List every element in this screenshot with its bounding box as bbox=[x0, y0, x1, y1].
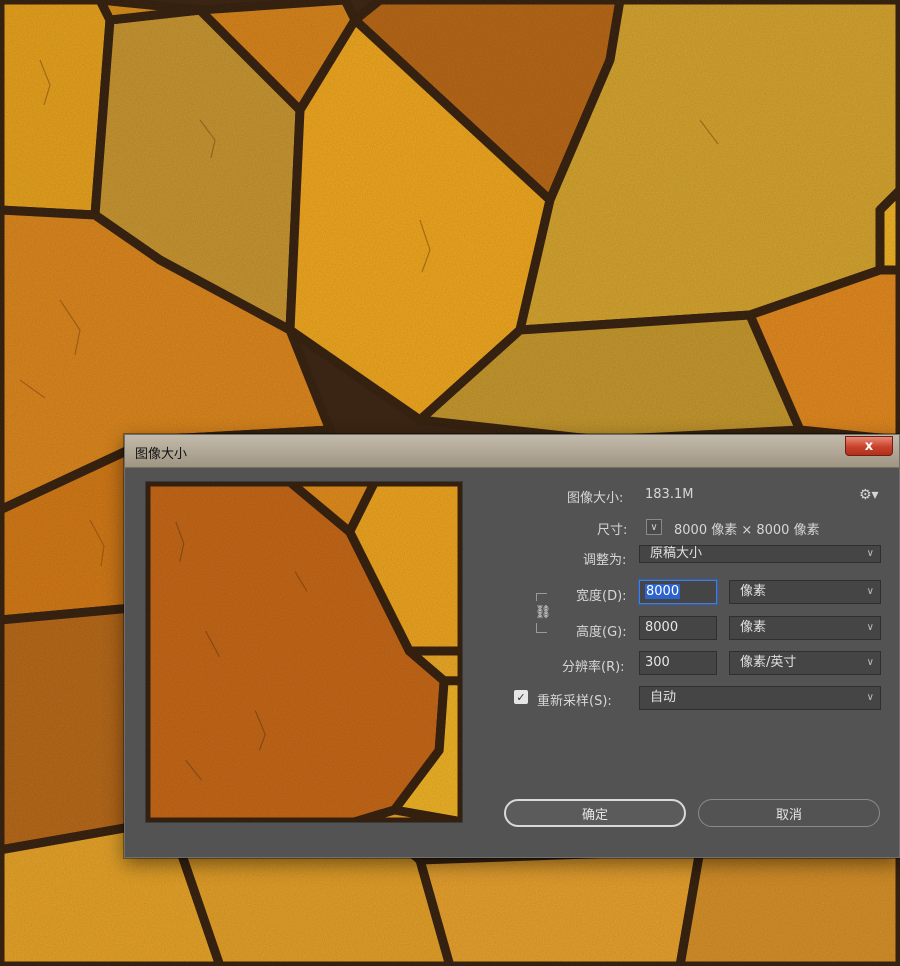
height-label: 高度(G): bbox=[576, 625, 627, 640]
resample-label: 重新采样(S): bbox=[537, 694, 612, 709]
link-icon[interactable]: ⛓ bbox=[535, 601, 551, 623]
width-input[interactable]: 8000 bbox=[639, 580, 717, 604]
checkmark-icon: ✓ bbox=[516, 690, 526, 704]
gear-icon[interactable]: ⚙▾ bbox=[859, 487, 879, 503]
resolution-unit-value: 像素/英寸 bbox=[740, 655, 797, 670]
width-label: 宽度(D): bbox=[576, 589, 627, 604]
resolution-value: 300 bbox=[645, 655, 670, 670]
height-unit-select[interactable]: 像素 ∨ bbox=[729, 616, 881, 640]
dimensions-dropdown-button[interactable]: ∨ bbox=[646, 519, 662, 535]
image-size-label: 图像大小: bbox=[567, 491, 624, 506]
canvas-background: 图像大小 x 图像大小: 183.1M ⚙▾ 尺寸: ∨ 8000 像素 × 8… bbox=[0, 0, 900, 966]
fit-to-value: 原稿大小 bbox=[650, 546, 703, 561]
resolution-unit-select[interactable]: 像素/英寸 ∨ bbox=[729, 651, 881, 675]
dimensions-value: 8000 像素 × 8000 像素 bbox=[674, 523, 820, 538]
dialog-title: 图像大小 bbox=[135, 447, 188, 462]
chevron-down-icon: ∨ bbox=[866, 657, 874, 668]
width-value: 8000 bbox=[645, 584, 681, 599]
image-preview[interactable] bbox=[145, 481, 463, 823]
ok-button-label: 确定 bbox=[581, 807, 608, 823]
resample-checkbox[interactable]: ✓ bbox=[514, 690, 528, 704]
close-button[interactable]: x bbox=[845, 436, 893, 456]
cancel-button-label: 取消 bbox=[775, 807, 802, 823]
resample-value: 自动 bbox=[650, 690, 677, 705]
dimensions-label: 尺寸: bbox=[597, 523, 628, 538]
resolution-input[interactable]: 300 bbox=[639, 651, 717, 675]
width-unit-value: 像素 bbox=[740, 584, 767, 599]
resample-select[interactable]: 自动 ∨ bbox=[639, 686, 881, 710]
fit-to-label: 调整为: bbox=[583, 553, 627, 568]
image-size-dialog: 图像大小 x 图像大小: 183.1M ⚙▾ 尺寸: ∨ 8000 像素 × 8… bbox=[124, 434, 900, 858]
close-icon: x bbox=[864, 438, 874, 454]
ok-button[interactable]: 确定 bbox=[504, 799, 686, 827]
preview-image bbox=[146, 482, 462, 822]
dialog-titlebar[interactable]: 图像大小 x bbox=[125, 435, 899, 468]
chevron-down-icon: ∨ bbox=[650, 521, 658, 533]
height-unit-value: 像素 bbox=[740, 620, 767, 635]
chevron-down-icon: ∨ bbox=[866, 692, 874, 703]
height-value: 8000 bbox=[645, 620, 679, 635]
width-unit-select[interactable]: 像素 ∨ bbox=[729, 580, 881, 604]
height-input[interactable]: 8000 bbox=[639, 616, 717, 640]
chevron-down-icon: ∨ bbox=[866, 548, 874, 559]
fit-to-select[interactable]: 原稿大小 ∨ bbox=[639, 545, 881, 563]
image-size-value: 183.1M bbox=[645, 487, 694, 502]
cancel-button[interactable]: 取消 bbox=[698, 799, 880, 827]
chevron-down-icon: ∨ bbox=[866, 622, 874, 633]
resolution-label: 分辨率(R): bbox=[562, 660, 625, 675]
chevron-down-icon: ∨ bbox=[866, 586, 874, 597]
